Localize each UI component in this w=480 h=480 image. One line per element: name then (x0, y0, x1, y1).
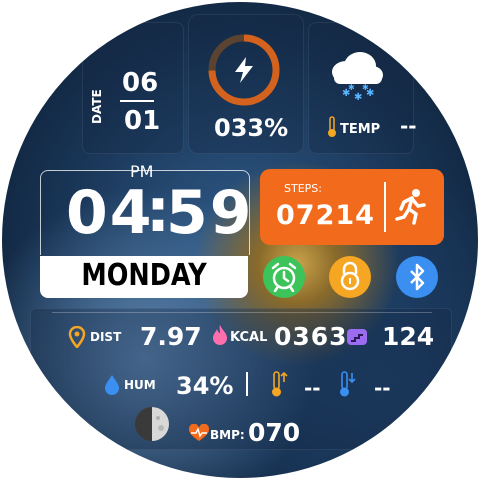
water-drop-icon (105, 375, 119, 395)
alarm-clock-icon (271, 262, 297, 292)
temp-high-value: -- (304, 376, 321, 400)
svg-text:✱: ✱ (348, 83, 355, 92)
floors-value: 124 (382, 322, 435, 351)
dist-label: DIST (90, 330, 122, 344)
time-hours: 04 (66, 178, 154, 248)
temp-value: -- (400, 114, 417, 138)
hum-value: 34% (176, 372, 234, 400)
svg-text:✱: ✱ (362, 83, 369, 92)
date-divider (120, 100, 154, 102)
steps-label: STEPS: (284, 182, 322, 195)
bluetooth-icon (410, 263, 425, 291)
flame-icon (213, 325, 227, 345)
svg-text:✱: ✱ (354, 92, 362, 102)
lightning-icon (235, 57, 253, 83)
hum-label: HUM (124, 378, 156, 392)
watch-face: DATE 06 01 033% ✱ ✱ ✱ ✱ ✱ TEMP -- PM 04 … (2, 2, 478, 478)
heart-rate-icon (188, 424, 210, 441)
time-minutes: 59 (166, 178, 254, 248)
stats-top-line (52, 312, 432, 313)
lock-icon (340, 261, 360, 291)
date-label: DATE (90, 89, 104, 124)
steps-divider (384, 182, 386, 232)
temp-low-icon (340, 371, 356, 397)
dist-value: 7.97 (140, 322, 202, 351)
temp-low-value: -- (374, 376, 391, 400)
date-month: 06 (122, 68, 159, 98)
moon-phase-icon (135, 407, 169, 441)
date-day: 01 (124, 106, 161, 136)
stairs-icon (347, 329, 367, 345)
bpm-value: 070 (248, 418, 301, 447)
location-pin-icon (68, 326, 86, 348)
bpm-label: BMP: (210, 428, 245, 442)
weekday-label: MONDAY (81, 258, 207, 293)
kcal-value: 0363 (274, 322, 348, 351)
snow-cloud-icon: ✱ ✱ ✱ ✱ ✱ (332, 52, 383, 102)
thermometer-icon (328, 116, 336, 137)
battery-percent: 033% (214, 114, 289, 142)
temp-label: TEMP (340, 122, 381, 137)
hum-divider (246, 372, 248, 396)
temp-high-icon (272, 371, 288, 397)
kcal-label: KCAL (230, 330, 268, 345)
running-icon (395, 189, 426, 225)
steps-value: 07214 (276, 200, 375, 231)
